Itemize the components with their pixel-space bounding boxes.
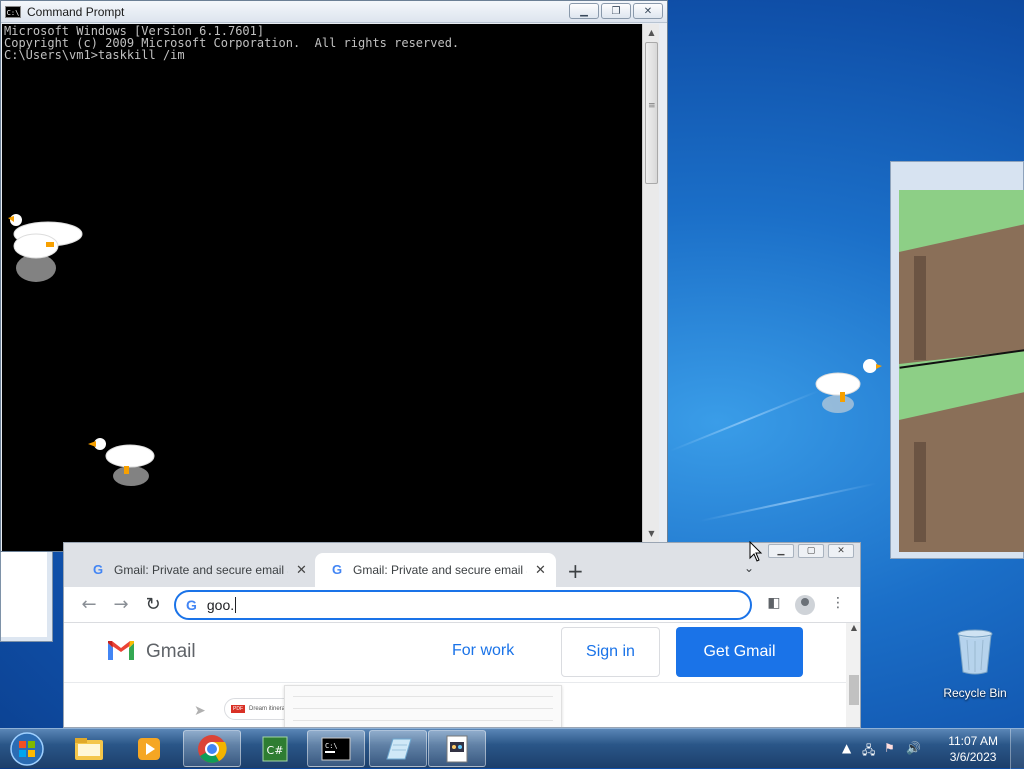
maximize-button[interactable]: ❐ — [601, 3, 631, 19]
svg-text:C:\: C:\ — [325, 742, 338, 750]
scene-grass-top — [899, 190, 1024, 252]
address-input-text[interactable]: goo. — [207, 597, 237, 613]
wallpaper-streak — [669, 390, 819, 452]
cmd-app-icon: C:\ — [5, 5, 21, 18]
sign-in-button[interactable]: Sign in — [561, 627, 660, 677]
system-tray: ▲ 🖧 ⚑ 🔊 11:07 AM 3/6/2023 — [834, 729, 1024, 769]
preview-row — [293, 708, 553, 709]
get-gmail-button[interactable]: Get Gmail — [676, 627, 803, 677]
notepad-icon — [386, 738, 412, 759]
taskbar-explorer[interactable] — [60, 730, 118, 767]
gmail-wordmark[interactable]: Gmail — [146, 641, 196, 663]
volume-icon[interactable]: 🔊 — [906, 741, 921, 755]
tab-label: Gmail: Private and secure email at no co… — [353, 563, 527, 577]
show-desktop-button[interactable] — [1010, 729, 1024, 769]
taskbar-csharp[interactable]: C# — [246, 730, 304, 767]
preview-row — [293, 720, 553, 721]
back-arrow-icon[interactable]: ← — [76, 592, 102, 618]
start-button-icon[interactable] — [4, 730, 50, 768]
taskbar-document[interactable] — [428, 730, 486, 767]
new-tab-icon[interactable]: + — [567, 559, 584, 583]
close-button[interactable]: ✕ — [633, 3, 663, 19]
recycle-bin-label: Recycle Bin — [943, 686, 1007, 700]
recycle-bin-shortcut[interactable]: Recycle Bin — [940, 628, 1010, 700]
page-scrollbar[interactable]: ▲ — [846, 623, 860, 727]
web-page: Gmail For work Sign in Get Gmail ➤ PDF Dr… — [64, 623, 860, 727]
tab-close-icon[interactable]: ✕ — [296, 562, 307, 578]
scene-post-bottom — [914, 442, 926, 542]
background-window-right[interactable] — [890, 161, 1024, 559]
menu-kebab-icon[interactable]: ⋮ — [828, 595, 848, 615]
goose-icon — [88, 438, 155, 486]
chrome-window[interactable]: ▁ ▢ ✕ G Gmail: Private and secure email … — [63, 542, 861, 728]
tab-label: Gmail: Private and secure email at no co… — [114, 563, 288, 577]
profile-avatar[interactable] — [795, 595, 815, 615]
document-icon — [446, 735, 468, 762]
cmd-title: Command Prompt — [27, 4, 125, 19]
browser-tab[interactable]: G Gmail: Private and secure email at no … — [76, 553, 317, 587]
preview-row — [293, 696, 553, 697]
google-favicon-icon: G — [92, 562, 104, 577]
clock[interactable]: 11:07 AM 3/6/2023 — [948, 733, 998, 765]
browser-toolbar: ← → ↻ G goo. ◧ ⋮ — [64, 587, 860, 623]
taskbar: C# C:\ ▲ 🖧 ⚑ 🔊 11:07 AM 3/6/2023 — [0, 728, 1024, 769]
taskbar-chrome[interactable] — [183, 730, 241, 767]
console-line: C:\Users\vm1>taskkill /im — [4, 48, 185, 62]
scene-grass-mid — [899, 350, 1024, 420]
clock-time: 11:07 AM — [948, 734, 998, 748]
minimize-button[interactable]: ▁ — [569, 3, 599, 19]
goose-icon — [815, 359, 882, 413]
csharp-icon: C# — [262, 736, 288, 761]
taskbar-notepad[interactable] — [369, 730, 427, 767]
forward-arrow-icon[interactable]: → — [108, 592, 134, 618]
show-hidden-icons-icon[interactable]: ▲ — [842, 741, 851, 755]
wallpaper-streak — [699, 482, 877, 522]
taskbar-command-prompt[interactable]: C:\ — [307, 730, 365, 767]
address-bar[interactable]: G goo. — [174, 590, 752, 620]
taskbar-media-player[interactable] — [120, 730, 178, 767]
gmail-logo-icon[interactable] — [106, 639, 136, 661]
tab-close-icon[interactable]: ✕ — [535, 562, 546, 578]
pdf-icon: PDF — [231, 705, 245, 713]
for-work-link[interactable]: For work — [452, 642, 514, 660]
scroll-thumb[interactable] — [645, 42, 658, 184]
gmail-header: Gmail For work Sign in Get Gmail — [64, 623, 846, 683]
svg-text:C#: C# — [267, 744, 284, 757]
inbox-preview-image — [284, 685, 562, 727]
scroll-down-icon[interactable]: ▼ — [643, 525, 660, 542]
tab-search-chevron-icon[interactable]: ⌄ — [744, 561, 754, 575]
scene-post-top — [914, 256, 926, 360]
reload-icon[interactable]: ↻ — [140, 592, 166, 618]
cmd-scrollbar[interactable]: ▲ ▼ — [642, 24, 659, 542]
folder-icon — [75, 737, 103, 760]
scroll-up-icon[interactable]: ▲ — [643, 24, 660, 41]
side-panel-icon[interactable]: ◧ — [764, 595, 784, 615]
right-window-scene — [899, 190, 1024, 552]
scroll-up-icon[interactable]: ▲ — [846, 623, 860, 632]
goose-icon — [8, 214, 83, 282]
google-search-icon: G — [186, 597, 197, 613]
action-center-flag-icon[interactable]: ⚑ — [884, 741, 895, 755]
cmd-titlebar[interactable]: C:\ Command Prompt ▁ ❐ ✕ — [1, 1, 667, 23]
page-scroll-thumb[interactable] — [849, 675, 859, 705]
mouse-cursor-icon — [749, 541, 763, 562]
send-icon: ➤ — [194, 703, 206, 719]
browser-tab-active[interactable]: G Gmail: Private and secure email at no … — [315, 553, 556, 587]
chrome-icon — [198, 734, 227, 763]
clock-date: 3/6/2023 — [949, 750, 997, 764]
google-favicon-icon: G — [331, 562, 343, 577]
recycle-bin-icon — [957, 629, 993, 675]
network-icon[interactable]: 🖧 — [862, 741, 875, 762]
cmd-icon: C:\ — [321, 737, 351, 760]
tab-strip: G Gmail: Private and secure email at no … — [64, 553, 860, 589]
media-player-icon — [138, 737, 160, 760]
